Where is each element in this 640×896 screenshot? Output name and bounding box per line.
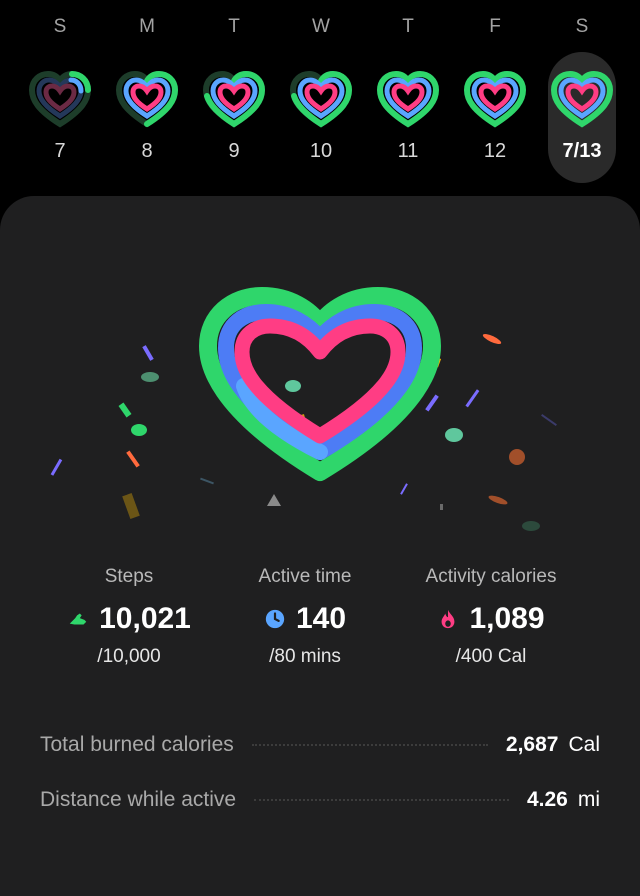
mini-heart-rings-icon xyxy=(463,70,527,128)
day-date: 7 xyxy=(54,140,66,162)
flame-icon xyxy=(442,609,455,629)
distance-while-active-unit: mi xyxy=(577,788,600,811)
activity-calories-label: Activity calories xyxy=(425,566,557,587)
day-sun-7[interactable]: S 7 xyxy=(20,0,100,186)
active-time-stat[interactable]: Active time 140 /80 mins xyxy=(200,566,410,668)
day-of-week-label: S xyxy=(53,16,67,37)
mini-heart-rings-icon xyxy=(289,70,353,128)
day-of-week-label: T xyxy=(402,16,414,37)
day-thu-11[interactable]: T 11 xyxy=(368,0,448,186)
day-date: 8 xyxy=(141,140,153,162)
day-date: 11 xyxy=(397,140,419,162)
active-time-label: Active time xyxy=(258,566,352,587)
day-date: 10 xyxy=(309,140,333,162)
shoe-icon xyxy=(69,613,87,625)
day-of-week-label: W xyxy=(312,16,330,37)
mini-heart-rings-icon xyxy=(202,70,266,128)
day-of-week-label: T xyxy=(228,16,240,37)
active-time-goal: /80 mins xyxy=(269,646,341,667)
distance-while-active-row[interactable]: Distance while active 4.26 mi xyxy=(40,780,600,820)
activity-calories-goal: /400 Cal xyxy=(455,646,527,667)
mini-heart-rings-icon xyxy=(550,70,614,128)
total-burned-calories-label: Total burned calories xyxy=(40,733,234,756)
activity-heart-rings xyxy=(50,287,557,531)
day-tue-9[interactable]: T 9 xyxy=(194,0,274,186)
clock-icon xyxy=(265,609,285,629)
total-burned-calories-unit: Cal xyxy=(568,733,600,756)
day-of-week-label: M xyxy=(139,16,155,37)
total-burned-calories-value: 2,687 xyxy=(505,733,559,756)
total-burned-calories-row[interactable]: Total burned calories 2,687 Cal xyxy=(40,725,600,765)
dotted-leader xyxy=(254,799,509,801)
day-date: 12 xyxy=(483,140,507,162)
mini-heart-rings-icon xyxy=(115,70,179,128)
day-of-week-label: S xyxy=(575,16,589,37)
day-wed-10[interactable]: W 10 xyxy=(281,0,361,186)
day-date: 9 xyxy=(228,140,240,162)
distance-while-active-value: 4.26 xyxy=(526,788,568,811)
dotted-leader xyxy=(251,744,488,746)
day-date: 7/13 xyxy=(562,140,602,162)
day-sat-13-selected[interactable]: S 7/13 xyxy=(542,0,622,186)
week-selector: S 7 M 8 T 9 W 10 T 11 F 12 S 7/13 xyxy=(0,0,640,190)
activity-calories-stat[interactable]: Activity calories 1,089 /400 Cal xyxy=(386,566,596,668)
day-fri-12[interactable]: F 12 xyxy=(455,0,535,186)
day-of-week-label: F xyxy=(489,16,501,37)
activity-calories-value: 1,089 xyxy=(469,602,545,635)
active-time-value: 140 xyxy=(295,602,347,635)
mini-heart-rings-icon xyxy=(376,70,440,128)
mini-heart-rings-icon xyxy=(28,70,92,128)
steps-value: 10,021 xyxy=(99,602,191,635)
distance-while-active-label: Distance while active xyxy=(40,788,237,811)
daily-activity-card: Steps 10,021 /10,000 Active time 140 /80… xyxy=(0,196,640,896)
day-mon-8[interactable]: M 8 xyxy=(107,0,187,186)
